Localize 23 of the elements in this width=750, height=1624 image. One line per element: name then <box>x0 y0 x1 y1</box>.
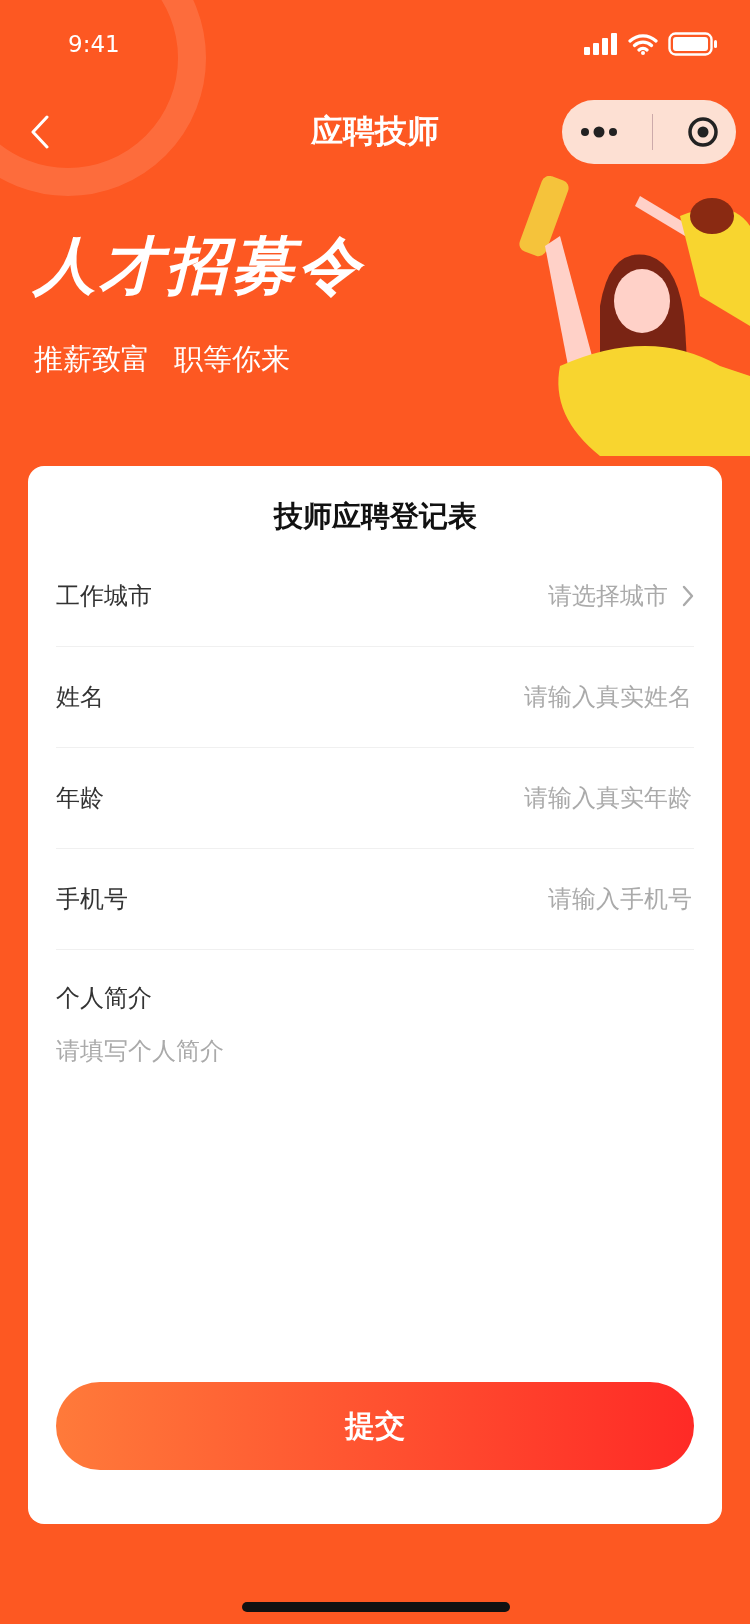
hero-slogan: 推薪致富 <box>34 341 150 378</box>
submit-button[interactable]: 提交 <box>56 1382 694 1470</box>
field-label: 个人简介 <box>56 983 153 1014</box>
field-label: 手机号 <box>56 884 128 915</box>
text-input-field[interactable]: 请输入手机号 <box>390 884 694 914</box>
wifi-icon <box>628 33 658 55</box>
chevron-left-icon <box>30 115 50 149</box>
field-label: 年龄 <box>56 783 104 814</box>
signal-icon <box>584 33 618 55</box>
hero-title: 人才招募令 <box>34 228 366 304</box>
hero-slogan: 职等你来 <box>174 341 290 378</box>
status-time: 9:41 <box>68 31 120 57</box>
more-icon[interactable] <box>578 126 619 138</box>
battery-icon <box>668 32 718 56</box>
field-label: 姓名 <box>56 682 104 713</box>
city-select[interactable]: 请选择城市 <box>548 580 694 612</box>
chevron-right-icon <box>682 585 694 607</box>
field-label: 工作城市 <box>56 581 152 612</box>
text-input-field[interactable]: 请输入真实年龄 <box>390 783 694 813</box>
page-title: 应聘技师 <box>311 111 439 152</box>
intro-textarea[interactable]: 请填写个人简介 <box>56 1034 694 1068</box>
text-input-field[interactable]: 请输入真实姓名 <box>390 682 694 712</box>
form-title: 技师应聘登记表 <box>272 498 478 535</box>
